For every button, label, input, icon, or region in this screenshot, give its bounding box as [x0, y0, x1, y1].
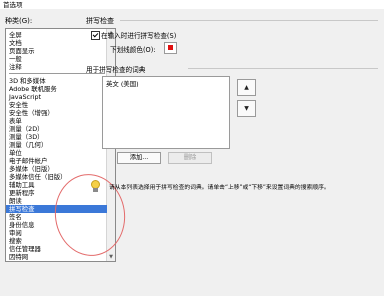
category-item[interactable]: 审阅 — [9, 229, 22, 237]
category-item[interactable]: 多媒体信任（旧版） — [9, 173, 67, 181]
triangle-down-icon: ▼ — [244, 105, 249, 112]
category-item[interactable]: 因特网 — [9, 253, 28, 261]
move-up-button[interactable]: ▲ — [237, 79, 256, 96]
category-item[interactable]: 单位 — [9, 149, 22, 157]
category-item[interactable]: 搜索 — [9, 237, 22, 245]
category-item[interactable]: 全屏 — [9, 31, 22, 39]
category-item[interactable]: 电子邮件帐户 — [9, 157, 47, 165]
window-title: 首选项 — [3, 1, 23, 9]
category-item[interactable]: 多媒体（旧版） — [9, 165, 54, 173]
category-item[interactable]: 文档 — [9, 39, 22, 47]
category-item[interactable]: 签名 — [9, 213, 22, 221]
hint-text: 请从本列表选择用于拼写检查的词典。请单击“上移”或“下移”来设置词典的搜索顺序。 — [109, 185, 330, 191]
check-while-typing-checkbox[interactable] — [91, 31, 100, 40]
category-item[interactable]: 页面显示 — [9, 47, 35, 55]
category-item[interactable]: 追踪器 — [9, 261, 28, 262]
category-item[interactable]: 更新程序 — [9, 189, 35, 197]
section-divider — [120, 20, 378, 21]
lightbulb-icon — [91, 180, 100, 192]
check-while-typing-label: 在输入时进行拼写检查(S) — [101, 32, 177, 40]
category-item[interactable]: 朗读 — [9, 197, 22, 205]
category-item[interactable]: JavaScript — [9, 93, 41, 101]
category-item[interactable]: 表单 — [9, 117, 22, 125]
dictionaries-listbox[interactable]: 英文 (美国) — [102, 76, 230, 149]
triangle-up-icon: ▲ — [244, 84, 249, 91]
category-item[interactable]: 测量（几何） — [9, 141, 47, 149]
dictionary-item[interactable]: 英文 (美国) — [106, 79, 139, 88]
category-item[interactable]: 测量（3D） — [9, 133, 44, 141]
underline-color-label: 下划线颜色(O): — [110, 46, 156, 54]
add-dictionary-button[interactable]: 添加... — [117, 152, 161, 164]
category-item[interactable]: 注释 — [9, 63, 22, 71]
section-divider — [188, 68, 378, 69]
dictionaries-section-title: 用于拼写检查的词典 — [86, 66, 146, 74]
category-item[interactable]: Adobe 联机服务 — [9, 85, 57, 93]
spell-section-title: 拼写检查 — [86, 17, 114, 25]
category-item[interactable]: 3D 和多媒体 — [9, 77, 46, 85]
category-item[interactable]: 辅助工具 — [9, 181, 35, 189]
category-item[interactable]: 一般 — [9, 55, 22, 63]
category-item[interactable]: 身份信息 — [9, 221, 35, 229]
categories-label: 种类(G): — [5, 17, 33, 25]
window-titlebar: 首选项 — [0, 0, 384, 9]
color-swatch — [168, 45, 173, 50]
category-item[interactable]: 信任管理器 — [9, 245, 41, 253]
underline-color-button[interactable] — [164, 42, 177, 54]
category-item[interactable]: 安全性（增强） — [9, 109, 54, 117]
scroll-down-icon[interactable]: ▼ — [107, 253, 115, 261]
category-item[interactable]: 安全性 — [9, 101, 28, 109]
move-down-button[interactable]: ▼ — [237, 100, 256, 117]
delete-dictionary-button[interactable]: 删除 — [168, 152, 212, 164]
category-item[interactable]: 测量（2D） — [9, 125, 44, 133]
